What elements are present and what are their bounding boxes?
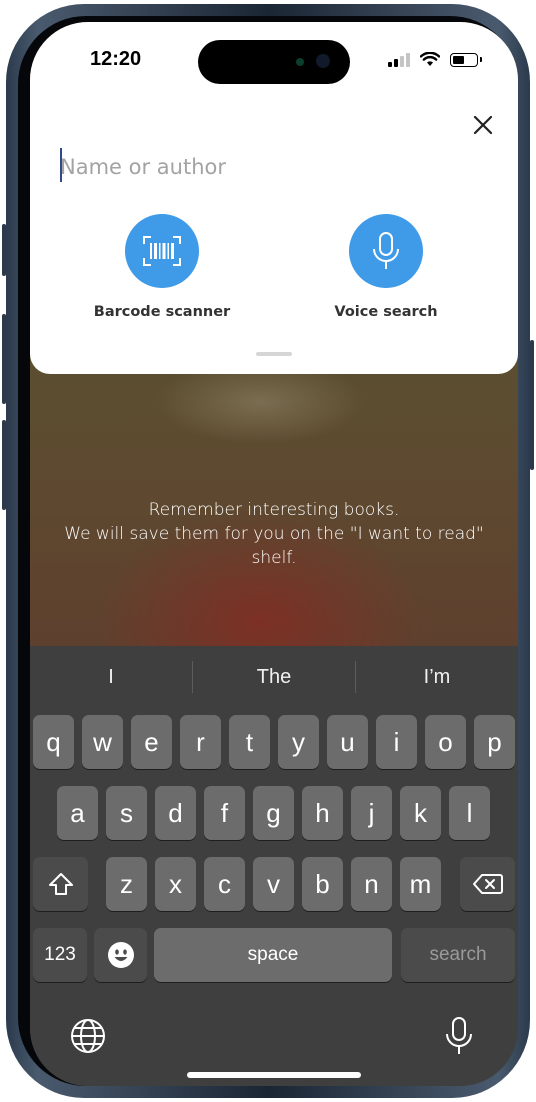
phone-frame: Remember interesting books. We will save… <box>2 4 534 1098</box>
key-m[interactable]: m <box>400 857 441 911</box>
key-d[interactable]: d <box>155 786 196 840</box>
volume-down-button <box>2 420 6 510</box>
key-q[interactable]: q <box>33 715 74 769</box>
close-button[interactable] <box>470 112 496 138</box>
microphone-icon <box>373 232 399 269</box>
screen: Remember interesting books. We will save… <box>30 22 518 1086</box>
barcode-scanner-button[interactable]: Barcode scanner <box>82 214 242 320</box>
key-i[interactable]: i <box>376 715 417 769</box>
empty-state-line-1: Remember interesting books. <box>148 500 400 520</box>
key-l[interactable]: l <box>449 786 490 840</box>
barcode-button-circle <box>125 214 199 288</box>
close-icon <box>473 115 493 135</box>
suggestion-2[interactable]: The <box>193 666 355 689</box>
numbers-key[interactable]: 123 <box>33 928 87 982</box>
key-r[interactable]: r <box>180 715 221 769</box>
key-h[interactable]: h <box>302 786 343 840</box>
shift-icon <box>48 873 73 895</box>
text-cursor <box>60 148 62 182</box>
delete-key[interactable] <box>460 857 515 911</box>
emoji-icon <box>107 942 134 968</box>
delete-icon <box>472 874 503 894</box>
dynamic-island <box>198 40 350 84</box>
front-camera <box>316 54 330 68</box>
cellular-signal-icon <box>388 52 410 67</box>
key-v[interactable]: v <box>253 857 294 911</box>
voice-search-label: Voice search <box>334 304 438 320</box>
suggestion-3[interactable]: I’m <box>356 666 518 689</box>
barcode-icon <box>143 236 181 266</box>
key-x[interactable]: x <box>155 857 196 911</box>
key-c[interactable]: c <box>204 857 245 911</box>
home-indicator[interactable] <box>187 1072 361 1078</box>
search-key[interactable]: search <box>401 928 515 982</box>
power-button <box>530 340 534 470</box>
key-u[interactable]: u <box>327 715 368 769</box>
globe-button[interactable] <box>70 1018 106 1059</box>
key-b[interactable]: b <box>302 857 343 911</box>
key-o[interactable]: o <box>425 715 466 769</box>
key-w[interactable]: w <box>82 715 123 769</box>
key-p[interactable]: p <box>474 715 515 769</box>
voice-button-circle <box>349 214 423 288</box>
status-time: 12:20 <box>90 48 142 70</box>
dictation-icon <box>446 1017 472 1054</box>
indicator-dot <box>296 58 304 66</box>
volume-up-button <box>2 314 6 404</box>
key-y[interactable]: y <box>278 715 319 769</box>
voice-search-button[interactable]: Voice search <box>306 214 466 320</box>
battery-icon <box>450 52 482 67</box>
key-j[interactable]: j <box>351 786 392 840</box>
suggestion-1[interactable]: I <box>30 666 192 689</box>
search-sheet: 12:20 Name or author Barcode scanner Voi… <box>30 22 518 374</box>
key-g[interactable]: g <box>253 786 294 840</box>
sheet-grabber[interactable] <box>256 352 292 356</box>
status-icons <box>388 52 482 67</box>
key-s[interactable]: s <box>106 786 147 840</box>
suggestion-bar: I The I’m <box>30 646 518 708</box>
key-a[interactable]: a <box>57 786 98 840</box>
dictation-button[interactable] <box>444 1016 474 1061</box>
barcode-scanner-label: Barcode scanner <box>93 304 231 320</box>
keyboard: I The I’m q w e r t y u i o p a s d f g … <box>30 646 518 1086</box>
globe-icon <box>71 1019 105 1053</box>
empty-state-line-2: We will save them for you on the "I want… <box>64 524 484 568</box>
space-key[interactable]: space <box>154 928 392 982</box>
action-button <box>2 224 6 276</box>
key-k[interactable]: k <box>400 786 441 840</box>
key-e[interactable]: e <box>131 715 172 769</box>
shift-key[interactable] <box>33 857 88 911</box>
search-input[interactable] <box>60 150 440 184</box>
key-f[interactable]: f <box>204 786 245 840</box>
wifi-icon <box>420 52 440 66</box>
emoji-key[interactable] <box>94 928 147 982</box>
key-z[interactable]: z <box>106 857 147 911</box>
key-n[interactable]: n <box>351 857 392 911</box>
empty-state-message: Remember interesting books. We will save… <box>50 498 498 570</box>
key-t[interactable]: t <box>229 715 270 769</box>
